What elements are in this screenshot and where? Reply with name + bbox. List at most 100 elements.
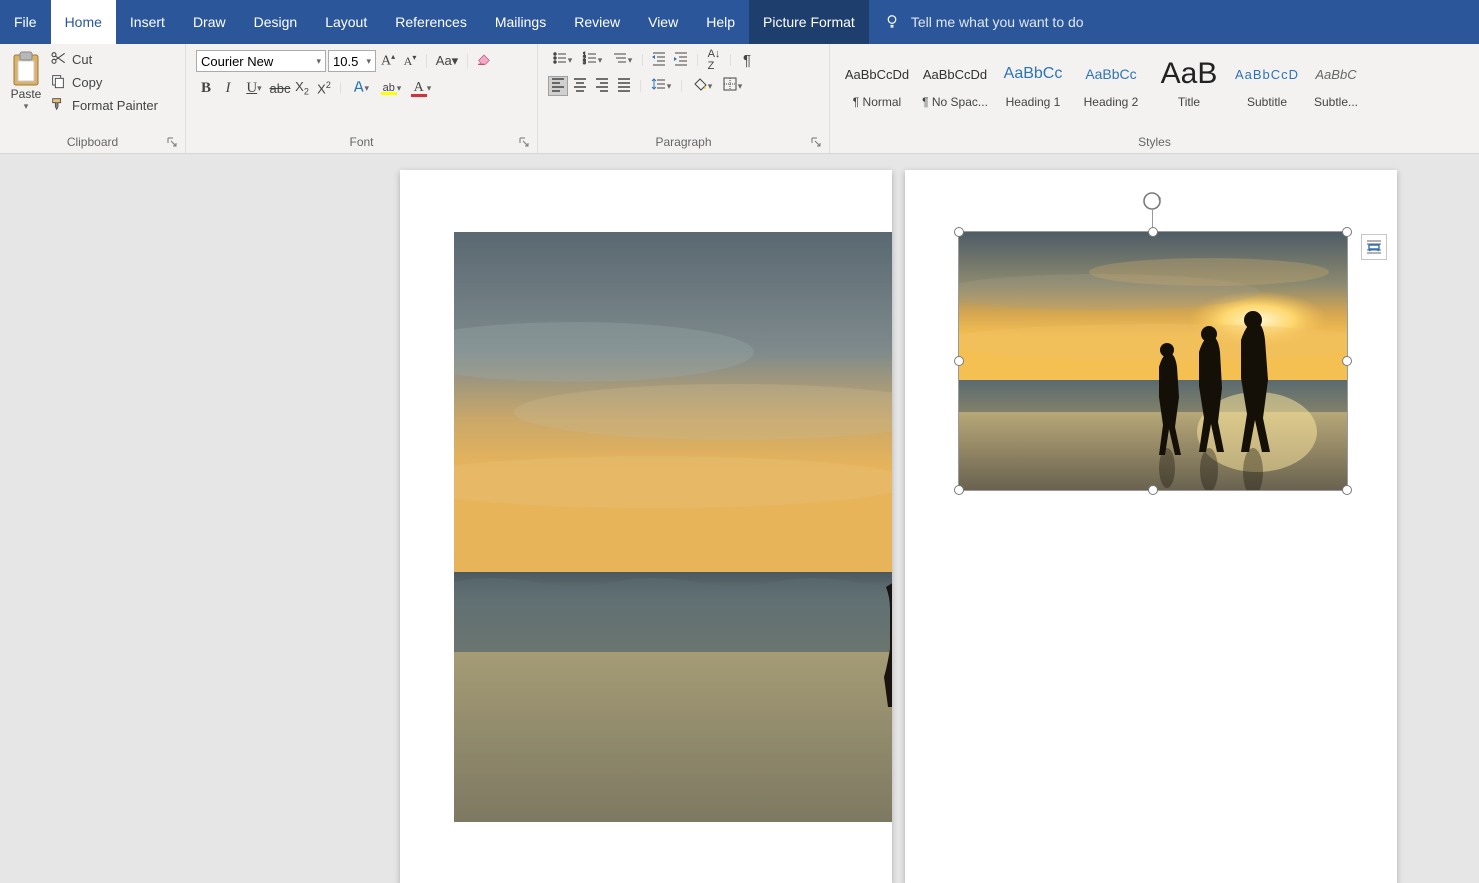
tab-view[interactable]: View [634, 0, 692, 44]
align-right-button[interactable] [592, 76, 612, 96]
resize-handle-e[interactable] [1342, 356, 1352, 366]
style-preview: AaBbC [1315, 53, 1356, 95]
change-case-icon: Aa▾ [436, 53, 458, 69]
align-center-button[interactable] [570, 76, 590, 96]
copy-icon [50, 73, 66, 92]
resize-handle-s[interactable] [1148, 485, 1158, 495]
font-name-dropdown[interactable]: Courier New ▾ [196, 50, 326, 72]
style-title[interactable]: AaB Title [1150, 48, 1228, 114]
format-painter-button[interactable]: Format Painter [50, 96, 158, 115]
multilevel-list-button[interactable]: ▾ [608, 50, 636, 70]
lightbulb-icon [883, 12, 901, 33]
beach-image-icon [959, 232, 1347, 490]
scissors-icon [50, 50, 66, 69]
change-case-button[interactable]: Aa▾ [433, 51, 461, 71]
copy-button[interactable]: Copy [50, 73, 158, 92]
line-spacing-icon [651, 76, 667, 97]
group-paragraph: ▾ 123▾ ▾ A↓Z ¶ ▾ ▾ ▾ [538, 44, 830, 153]
dialog-launcher-icon[interactable] [165, 135, 179, 149]
subscript-button[interactable]: X2 [292, 78, 312, 98]
paint-bucket-icon [692, 76, 708, 97]
dialog-launcher-icon[interactable] [517, 135, 531, 149]
tab-review[interactable]: Review [560, 0, 634, 44]
justify-button[interactable] [614, 76, 634, 96]
font-size-dropdown[interactable]: 10.5 ▾ [328, 50, 376, 72]
eraser-icon [476, 51, 492, 72]
increase-indent-button[interactable] [671, 50, 691, 70]
resize-handle-ne[interactable] [1342, 227, 1352, 237]
text-effects-button[interactable]: A▾ [347, 78, 375, 98]
italic-icon: I [226, 80, 231, 97]
style-label: Heading 2 [1084, 95, 1139, 109]
align-left-button[interactable] [548, 76, 568, 96]
style-label: ¶ Normal [853, 95, 901, 109]
rotation-handle[interactable] [1141, 190, 1163, 212]
resize-handle-nw[interactable] [954, 227, 964, 237]
style-subtitle[interactable]: AaBbCcD Subtitle [1228, 48, 1306, 114]
font-color-button[interactable]: A▾ [407, 78, 435, 98]
cut-button[interactable]: Cut [50, 50, 158, 69]
sort-icon: A↓Z [708, 48, 721, 72]
style-heading-2[interactable]: AaBbCc Heading 2 [1072, 48, 1150, 114]
style-preview: AaBbCc [1004, 53, 1063, 95]
layout-options-button[interactable] [1361, 234, 1387, 260]
numbering-button[interactable]: 123▾ [578, 50, 606, 70]
tab-picture-format[interactable]: Picture Format [749, 0, 869, 44]
multilevel-icon [612, 50, 628, 71]
align-center-icon [572, 76, 588, 97]
underline-button[interactable]: U▾ [240, 78, 268, 98]
decrease-indent-button[interactable] [649, 50, 669, 70]
group-label-font: Font [190, 133, 533, 153]
shrink-font-button[interactable]: A▾ [400, 51, 420, 71]
svg-text:3: 3 [583, 60, 586, 66]
style-label: Subtle... [1314, 95, 1358, 109]
tab-draw[interactable]: Draw [179, 0, 240, 44]
borders-button[interactable]: ▾ [718, 76, 746, 96]
picture-beach-large[interactable] [454, 232, 892, 822]
tell-me-search[interactable]: Tell me what you want to do [869, 0, 1098, 44]
bold-button[interactable]: B [196, 78, 216, 98]
page-1[interactable] [400, 170, 892, 883]
paste-button[interactable]: Paste ▾ [4, 46, 48, 115]
document-area[interactable] [0, 154, 1479, 883]
justify-icon [616, 76, 632, 97]
tab-help[interactable]: Help [692, 0, 749, 44]
tab-insert[interactable]: Insert [116, 0, 179, 44]
paintbrush-icon [50, 96, 66, 115]
group-styles: AaBbCcDd ¶ Normal AaBbCcDd ¶ No Spac... … [830, 44, 1479, 153]
shading-button[interactable]: ▾ [688, 76, 716, 96]
highlight-button[interactable]: ab▾ [377, 78, 405, 98]
bullets-button[interactable]: ▾ [548, 50, 576, 70]
italic-button[interactable]: I [218, 78, 238, 98]
shrink-font-icon: A▾ [404, 53, 417, 69]
resize-handle-n[interactable] [1148, 227, 1158, 237]
tab-references[interactable]: References [381, 0, 481, 44]
style-preview: AaBbCcDd [923, 53, 987, 95]
font-color-icon: A [411, 80, 427, 97]
show-marks-button[interactable]: ¶ [737, 50, 757, 70]
picture-beach-selected[interactable] [959, 232, 1347, 490]
style-no-spacing[interactable]: AaBbCcDd ¶ No Spac... [916, 48, 994, 114]
style-heading-1[interactable]: AaBbCc Heading 1 [994, 48, 1072, 114]
dialog-launcher-icon[interactable] [809, 135, 823, 149]
numbering-icon: 123 [582, 50, 598, 71]
clear-formatting-button[interactable] [474, 51, 494, 71]
tab-home[interactable]: Home [51, 0, 116, 44]
sort-button[interactable]: A↓Z [704, 50, 724, 70]
resize-handle-w[interactable] [954, 356, 964, 366]
tab-file[interactable]: File [0, 0, 51, 44]
tab-mailings[interactable]: Mailings [481, 0, 560, 44]
tab-layout[interactable]: Layout [311, 0, 381, 44]
tab-design[interactable]: Design [240, 0, 312, 44]
resize-handle-se[interactable] [1342, 485, 1352, 495]
line-spacing-button[interactable]: ▾ [647, 76, 675, 96]
style-subtle-emphasis[interactable]: AaBbC Subtle... [1306, 48, 1366, 114]
decrease-indent-icon [651, 50, 667, 71]
beach-image-icon [454, 232, 892, 822]
page-2[interactable] [905, 170, 1397, 883]
grow-font-button[interactable]: A▴ [378, 51, 398, 71]
strikethrough-button[interactable]: abc [270, 78, 290, 98]
style-normal[interactable]: AaBbCcDd ¶ Normal [838, 48, 916, 114]
superscript-button[interactable]: X2 [314, 78, 334, 98]
resize-handle-sw[interactable] [954, 485, 964, 495]
